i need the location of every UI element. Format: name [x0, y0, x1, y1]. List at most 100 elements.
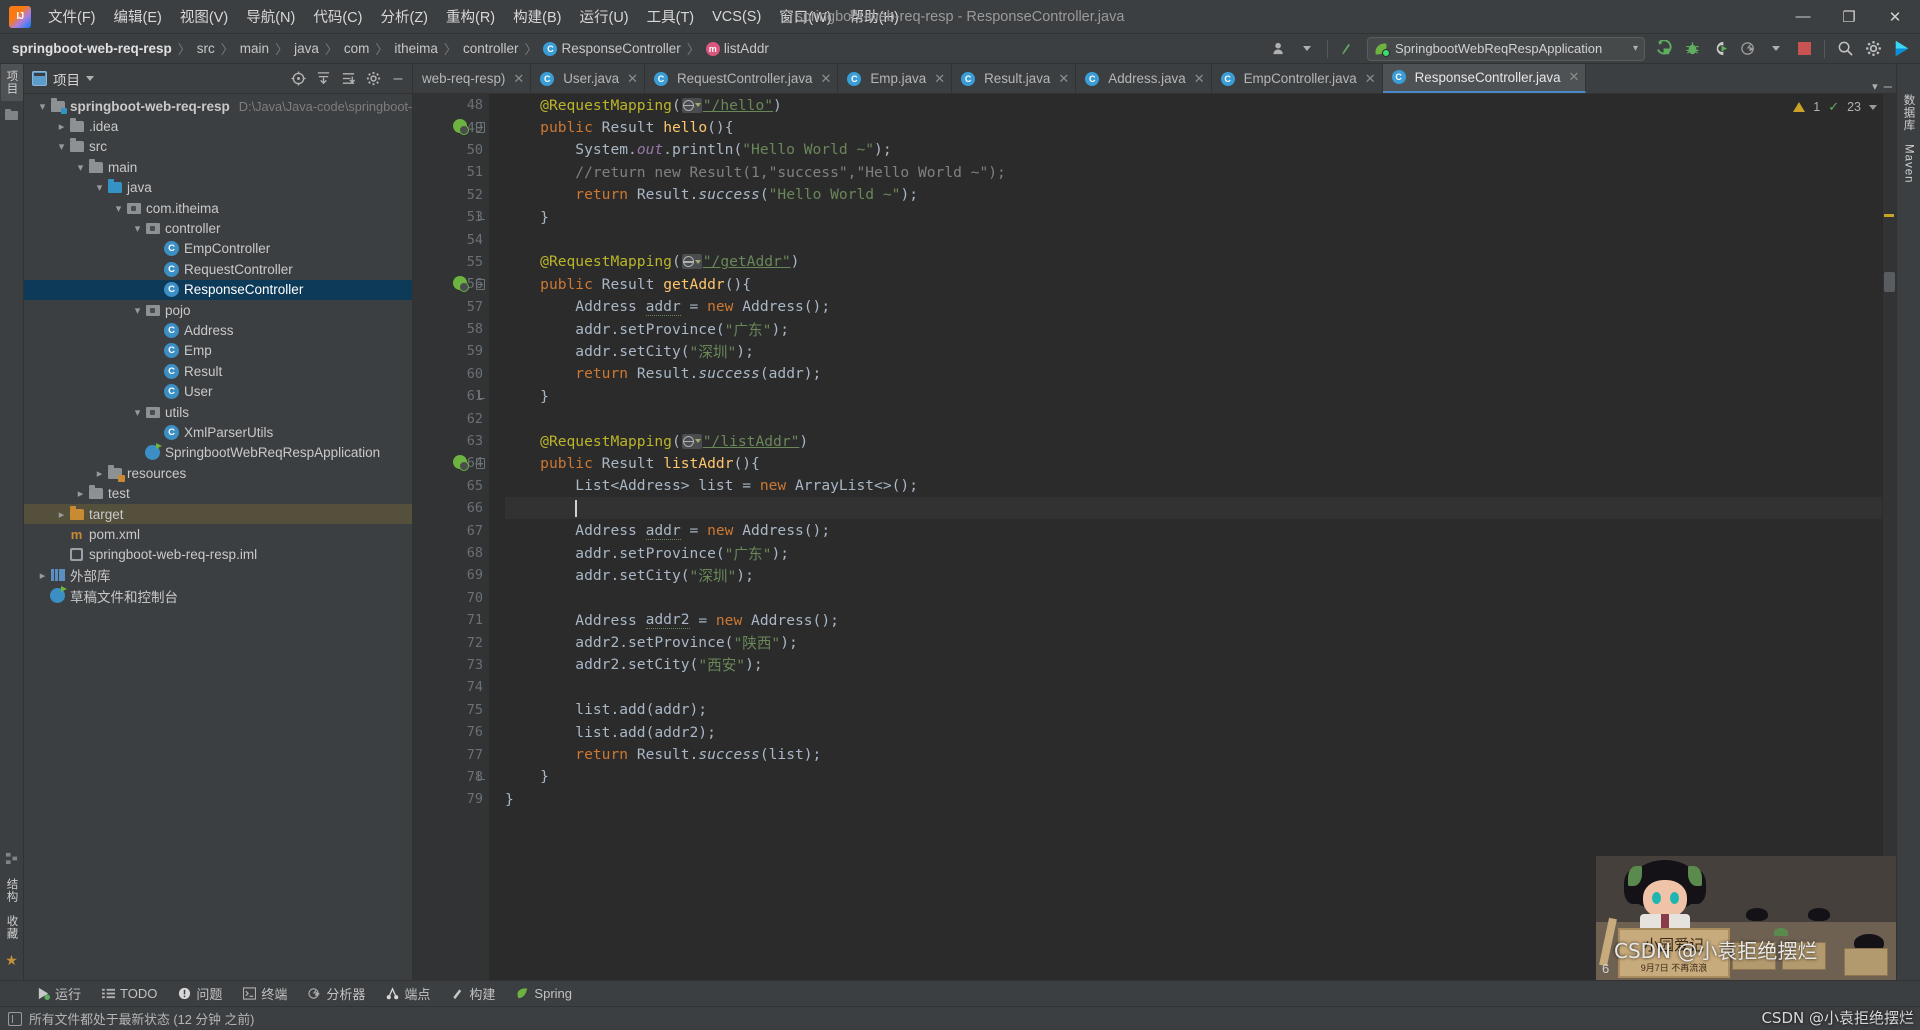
menu-item-2[interactable]: 视图(V)	[171, 2, 237, 31]
bottom-tab-[interactable]: 构建	[442, 982, 503, 1005]
web-mapping-gutter-icon[interactable]	[681, 433, 702, 449]
bottom-tab-[interactable]: 问题	[169, 982, 230, 1005]
menu-item-1[interactable]: 编辑(E)	[105, 2, 171, 31]
fold-handle-icon[interactable]	[476, 458, 485, 470]
tree-node-empcontroller[interactable]: C EmpController	[24, 239, 412, 259]
gutter-line-75[interactable]: 75	[413, 699, 489, 721]
code-line-68[interactable]: addr.setProvince("广东");	[505, 542, 1896, 564]
close-icon[interactable]: ✕	[1194, 71, 1205, 87]
code-line-56[interactable]: public Result getAddr(){	[505, 273, 1896, 295]
debug-icon[interactable]	[1679, 37, 1705, 61]
bottom-tab-[interactable]: 端点	[377, 982, 438, 1005]
fold-handle-icon[interactable]	[476, 279, 485, 291]
close-icon[interactable]: ✕	[820, 71, 831, 87]
code-line-50[interactable]: System. out .println("Hello World ~");	[505, 139, 1896, 161]
gutter-line-49[interactable]: 49	[413, 116, 489, 138]
editor-inspection-strip[interactable]	[1882, 94, 1896, 980]
gutter-line-65[interactable]: 65	[413, 475, 489, 497]
tree-node-controller[interactable]: controller	[24, 218, 412, 238]
profiler-icon[interactable]	[1735, 37, 1761, 61]
editor-tab-address.java[interactable]: C Address.java ✕	[1076, 64, 1212, 93]
chevron-down-icon[interactable]	[694, 259, 701, 264]
search-icon[interactable]	[1832, 37, 1858, 61]
code-line-71[interactable]: Address addr2 = new Address();	[505, 609, 1896, 631]
tree-node-springboot-web-req-resp.iml[interactable]: springboot-web-req-resp.iml	[24, 545, 412, 565]
editor-tab-result.java[interactable]: C Result.java ✕	[952, 64, 1077, 93]
bottom-tab-spring[interactable]: Spring	[507, 984, 580, 1003]
chevron-right-icon[interactable]	[74, 487, 87, 500]
gutter-line-50[interactable]: 50	[413, 139, 489, 161]
tree-node-address[interactable]: C Address	[24, 320, 412, 340]
editor-gutter[interactable]: 48 49 50 51 52 53 54 55 56 57 58 59 60 61 62 63 64 65 66 67…	[413, 94, 489, 980]
gutter-line-51[interactable]: 51	[413, 161, 489, 183]
run-gutter-icon[interactable]	[453, 276, 469, 293]
tree-node-target[interactable]: target	[24, 503, 412, 525]
chevron-down-icon[interactable]	[1294, 37, 1320, 61]
breadcrumb-item-3[interactable]: java	[294, 41, 319, 56]
menu-item-4[interactable]: 代码(C)	[304, 2, 371, 31]
commit-icon[interactable]	[3, 106, 21, 124]
rail-tab-bookmarks[interactable]: 收藏	[1, 909, 23, 946]
rail-tab-database[interactable]: 数据库	[1898, 88, 1920, 138]
minimize-button[interactable]: —	[1780, 0, 1826, 33]
tree-node-springbootwebreqrespapplication[interactable]: SpringbootWebReqRespApplication	[24, 443, 412, 463]
breadcrumb-item-8[interactable]: m listAddr	[705, 41, 769, 56]
structure-icon[interactable]	[3, 849, 21, 867]
menu-item-7[interactable]: 构建(B)	[504, 2, 570, 31]
chevron-right-icon[interactable]	[36, 569, 49, 582]
code-line-77[interactable]: return Result. success (list);	[505, 743, 1896, 765]
menu-item-12[interactable]: 帮助(H)	[841, 2, 908, 31]
gutter-line-62[interactable]: 62	[413, 407, 489, 429]
tree-node-user[interactable]: C User	[24, 381, 412, 401]
close-icon[interactable]: ✕	[1569, 69, 1580, 85]
breadcrumb-item-7[interactable]: C ResponseController	[543, 41, 681, 56]
chevron-down-icon[interactable]	[1869, 104, 1877, 110]
rail-tab-project[interactable]: 项目	[0, 64, 23, 101]
chevron-down-icon[interactable]	[55, 140, 68, 153]
gutter-line-74[interactable]: 74	[413, 676, 489, 698]
inspection-marker[interactable]	[1884, 214, 1894, 217]
bottom-tab-[interactable]: 终端	[234, 982, 295, 1005]
gutter-line-56[interactable]: 56	[413, 273, 489, 295]
settings-icon[interactable]	[365, 71, 381, 87]
ide-assistant-icon[interactable]	[1888, 37, 1914, 61]
tree-node-[interactable]: 草稿文件和控制台	[24, 585, 412, 605]
project-title-group[interactable]: 项目	[32, 69, 94, 89]
rail-tab-maven[interactable]: Maven	[1900, 138, 1918, 190]
tree-node-requestcontroller[interactable]: C RequestController	[24, 259, 412, 279]
close-icon[interactable]: ✕	[1058, 71, 1069, 87]
fold-end-icon[interactable]	[478, 211, 485, 220]
editor-tab-web-req-resp[interactable]: web-req-resp) ✕	[413, 64, 532, 93]
code-line-57[interactable]: Address addr = new Address();	[505, 296, 1896, 318]
bookmark-star-icon[interactable]: ★	[3, 951, 21, 969]
editor-tab-emp.java[interactable]: C Emp.java ✕	[838, 64, 953, 93]
gutter-line-71[interactable]: 71	[413, 609, 489, 631]
gutter-line-59[interactable]: 59	[413, 340, 489, 362]
chevron-right-icon[interactable]	[55, 508, 68, 521]
menu-item-0[interactable]: 文件(F)	[39, 2, 105, 31]
vcs-update-icon[interactable]	[1335, 37, 1361, 61]
hide-panel-icon[interactable]: –	[390, 70, 406, 87]
web-mapping-gutter-icon[interactable]	[681, 97, 702, 113]
chevron-down-icon[interactable]	[74, 161, 87, 174]
chevron-right-icon[interactable]	[55, 120, 68, 133]
stop-icon[interactable]	[1791, 37, 1817, 61]
code-line-66[interactable]	[505, 497, 1896, 520]
web-mapping-gutter-icon[interactable]	[681, 254, 702, 270]
project-tree[interactable]: springboot-web-req-resp D:\Java\Java-code…	[24, 94, 412, 980]
tree-node-src[interactable]: src	[24, 137, 412, 157]
code-line-55[interactable]: @RequestMapping("/getAddr")	[505, 251, 1896, 273]
gutter-line-54[interactable]: 54	[413, 228, 489, 250]
gutter-line-52[interactable]: 52	[413, 184, 489, 206]
menu-item-5[interactable]: 分析(Z)	[371, 2, 437, 31]
breadcrumb-item-0[interactable]: springboot-web-req-resp	[12, 41, 172, 56]
tree-node-responsecontroller[interactable]: C ResponseController	[24, 279, 412, 300]
breadcrumb-item-1[interactable]: src	[197, 41, 215, 56]
tree-node-test[interactable]: test	[24, 483, 412, 503]
gutter-line-63[interactable]: 63	[413, 430, 489, 452]
collapse-all-icon[interactable]	[315, 71, 331, 87]
run-icon[interactable]	[1651, 37, 1677, 61]
editor-tab-responsecontroller.java[interactable]: C ResponseController.java ✕	[1382, 64, 1587, 93]
settings-icon[interactable]	[1860, 37, 1886, 61]
tree-node-java[interactable]: java	[24, 178, 412, 198]
